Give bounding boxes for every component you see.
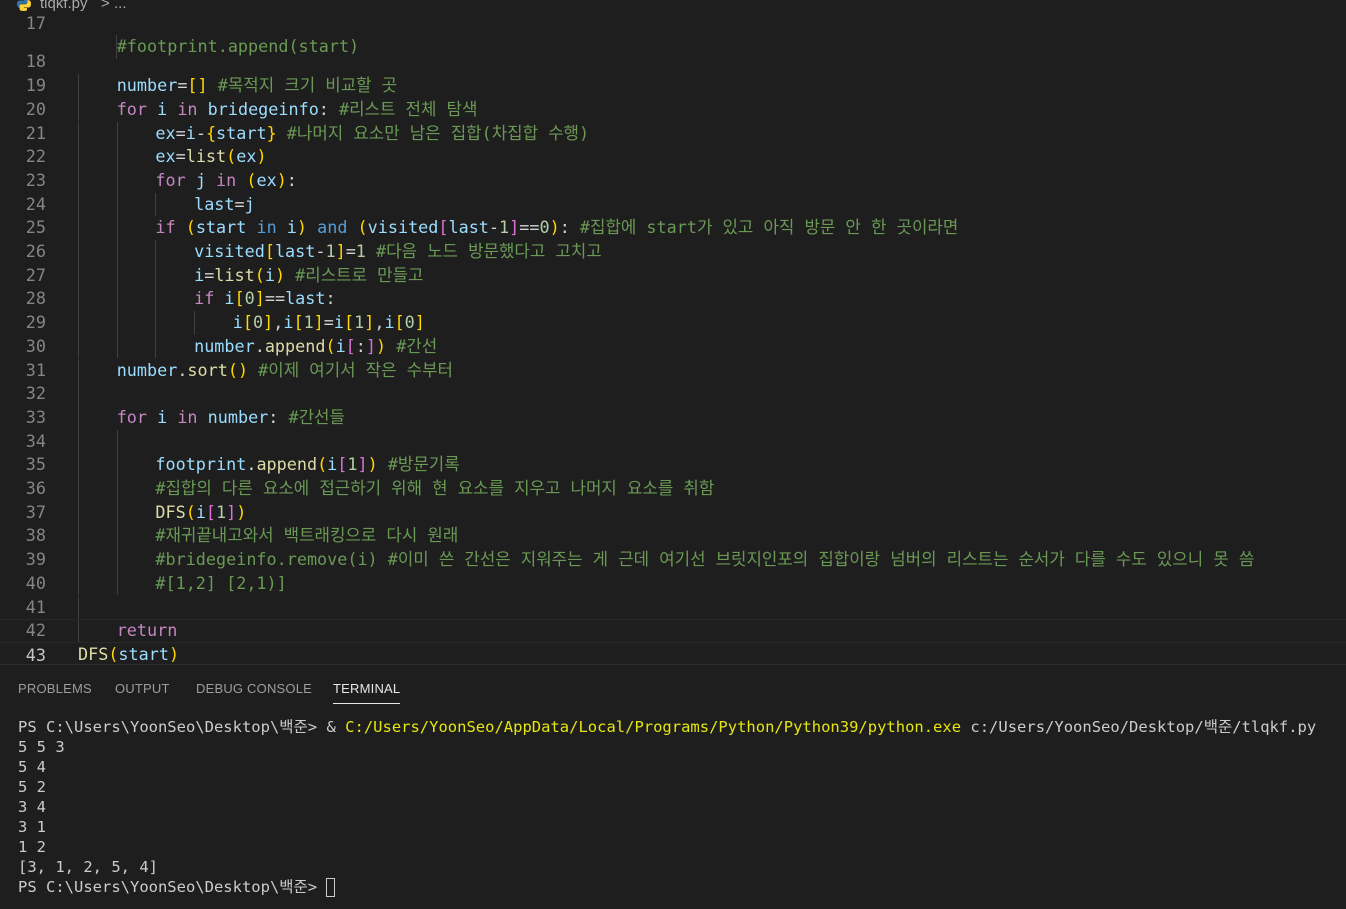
- code-line[interactable]: 18 number=[] #목적지 크기 비교할 곳: [0, 27, 1346, 98]
- terminal-command: C:/Users/YoonSeo/AppData/Local/Programs/…: [345, 718, 962, 736]
- tab-terminal[interactable]: TERMINAL: [333, 681, 401, 704]
- code-line[interactable]: 19 for i in bridegeinfo: #리스트 전체 탐색: [0, 50, 1346, 122]
- code-line[interactable]: 32 for i in number: #간선들: [0, 359, 1346, 430]
- terminal[interactable]: PS C:\Users\YoonSeo\Desktop\백준> & C:/Use…: [18, 717, 1338, 907]
- bottom-panel: PROBLEMS OUTPUT DEBUG CONSOLE TERMINAL P…: [0, 664, 1346, 909]
- tab-problems[interactable]: PROBLEMS: [18, 681, 92, 696]
- code-line[interactable]: 37 #재귀끝내고와서 백트래킹으로 다시 원래: [0, 477, 1346, 549]
- code-line[interactable]: 35 #집합의 다른 요소에 접근하기 위해 현 요소를 지우고 나머지 요소를…: [0, 430, 1346, 501]
- code-line[interactable]: 34 footprint.append(i[1]) #방문기록: [0, 406, 1346, 477]
- code-line[interactable]: 23 last=j: [0, 145, 1346, 217]
- code-line[interactable]: 28 i[0],i[1]=i[1],i[0]: [0, 264, 1346, 335]
- terminal-output-line: 5 2: [18, 778, 46, 796]
- terminal-output-line: [3, 1, 2, 5, 4]: [18, 858, 158, 876]
- terminal-prompt: PS C:\Users\YoonSeo\Desktop\백준>: [18, 718, 327, 736]
- code-line[interactable]: 24 if (start in i) and (visited[last-1]=…: [0, 169, 1346, 240]
- code-line[interactable]: 29 number.append(i[:]) #간선: [0, 287, 1346, 359]
- code-line[interactable]: 25 visited[last-1]=1 #다음 노드 방문했다고 고치고: [0, 193, 1346, 264]
- code-line[interactable]: 30 number.sort() #이제 여기서 작은 수부터: [0, 311, 1346, 383]
- tab-output[interactable]: OUTPUT: [115, 681, 170, 696]
- code-line[interactable]: 41 return: [0, 572, 1346, 643]
- code-line[interactable]: 27 if i[0]==last:: [0, 240, 1346, 312]
- code-line-current[interactable]: 43 print(footprint): [0, 619, 1346, 664]
- code-line[interactable]: 40: [0, 548, 1346, 620]
- code-line[interactable]: 26 i=list(i) #리스트로 만들고: [0, 216, 1346, 288]
- code-line[interactable]: 38 #bridegeinfo.remove(i) #이미 쓴 간선은 지워주는…: [0, 501, 1346, 572]
- terminal-output-line: 1 2: [18, 838, 46, 856]
- code-line[interactable]: 36 DFS(i[1]): [0, 453, 1346, 525]
- terminal-output-line: 5 5 3: [18, 738, 65, 756]
- terminal-output-line: 3 4: [18, 798, 46, 816]
- code-line[interactable]: 17 #footprint.append(start): [0, 2, 1346, 60]
- terminal-cursor: [326, 878, 336, 897]
- code-line[interactable]: 21 ex=list(ex): [0, 98, 1346, 169]
- code-line[interactable]: 22 for j in (ex):: [0, 122, 1346, 193]
- terminal-line[interactable]: PS C:\Users\YoonSeo\Desktop\백준>: [18, 877, 336, 897]
- code-line[interactable]: 39 #[1,2] [2,1)]: [0, 524, 1346, 596]
- code-editor[interactable]: 17 #footprint.append(start) 18 number=[]…: [0, 2, 1346, 664]
- code-line[interactable]: 33: [0, 382, 1346, 454]
- terminal-output-line: 3 1: [18, 818, 46, 836]
- code-line[interactable]: 20 ex=i-{start} #나머지 요소만 남은 집합(차집합 수행): [0, 74, 1346, 146]
- code-line[interactable]: 42 DFS(start): [0, 596, 1346, 664]
- tab-debug-console[interactable]: DEBUG CONSOLE: [196, 681, 312, 696]
- panel-tabs: PROBLEMS OUTPUT DEBUG CONSOLE TERMINAL: [0, 665, 1346, 713]
- terminal-output-line: 5 4: [18, 758, 46, 776]
- line-number: 43: [25, 644, 46, 664]
- terminal-prompt: PS C:\Users\YoonSeo\Desktop\백준>: [18, 878, 327, 896]
- code-line[interactable]: 31: [0, 335, 1346, 406]
- terminal-line: PS C:\Users\YoonSeo\Desktop\백준> & C:/Use…: [18, 718, 1317, 736]
